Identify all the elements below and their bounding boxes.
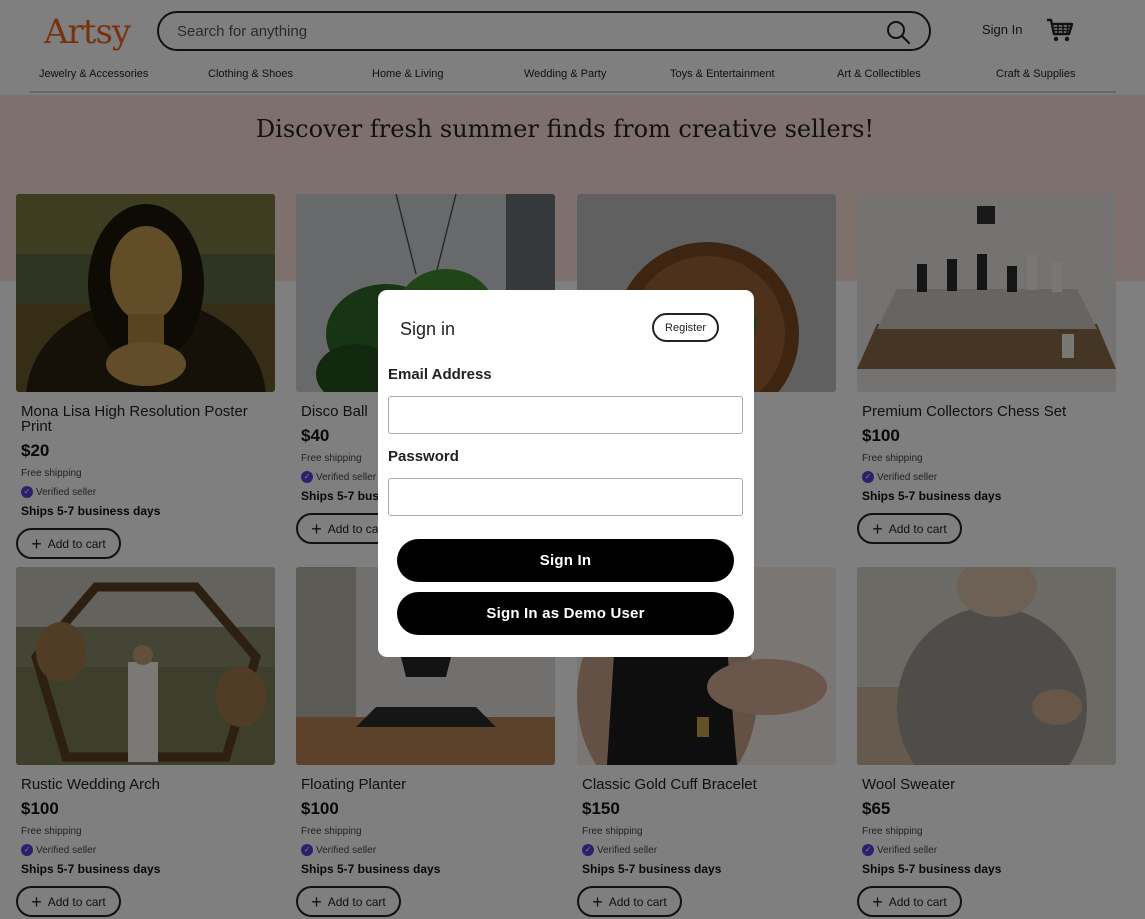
email-label: Email Address: [388, 366, 492, 383]
email-field[interactable]: [388, 396, 743, 434]
register-button[interactable]: Register: [652, 313, 719, 342]
modal-title: Sign in: [400, 319, 456, 339]
demo-sign-in-button[interactable]: Sign In as Demo User: [397, 592, 734, 635]
sign-in-modal: Sign in Register Email Address Password …: [378, 290, 754, 657]
sign-in-button[interactable]: Sign In: [397, 539, 734, 582]
password-field[interactable]: [388, 478, 743, 516]
password-label: Password: [388, 448, 459, 465]
